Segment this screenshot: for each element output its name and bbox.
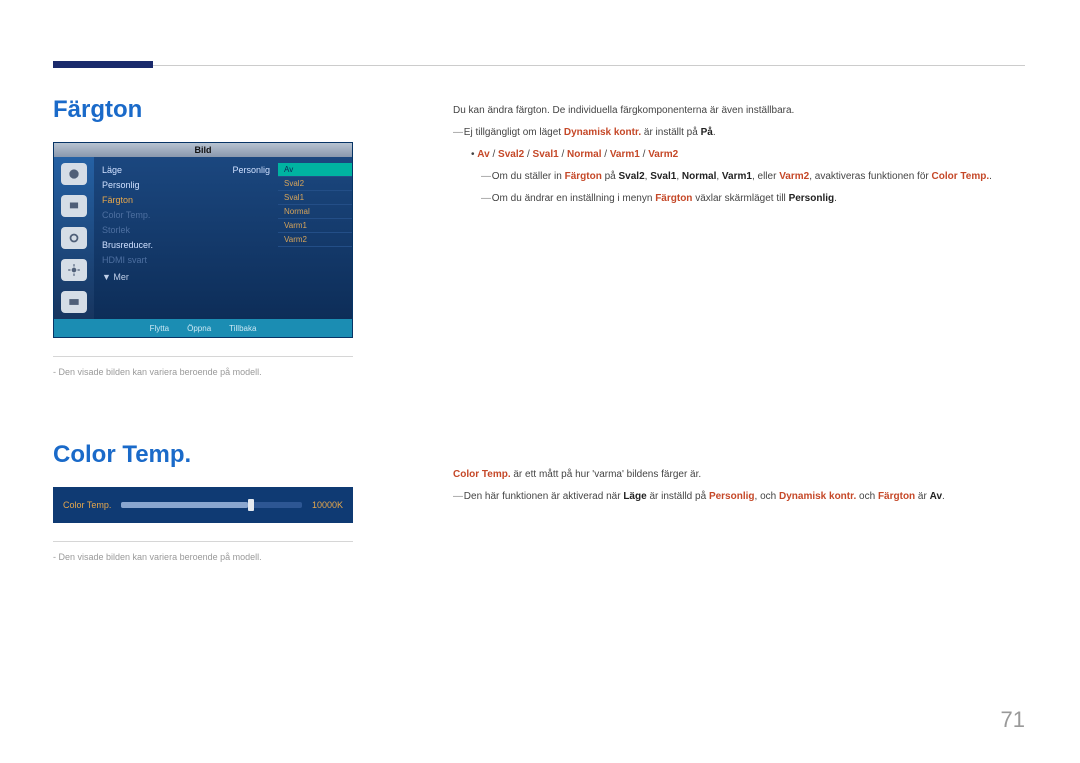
osd-footer: Flytta Öppna Tillbaka — [54, 319, 352, 337]
osd-option: Av — [278, 163, 352, 177]
colortemp-heading: Color Temp. — [53, 441, 353, 469]
osd-list: LägePersonlig Personlig Färgton Color Te… — [94, 157, 278, 319]
osd-option: Normal — [278, 205, 352, 219]
osd-foot-back: Tillbaka — [229, 324, 256, 333]
screen-icon — [61, 195, 87, 217]
fargton-caption: Den visade bilden kan variera beroende p… — [53, 367, 353, 377]
page-content: Färgton Bild LägePersonlig Personlig Fär… — [0, 0, 1080, 562]
fargton-options-line: Av / Sval2 / Sval1 / Normal / Varm1 / Va… — [453, 146, 1025, 164]
osd-row: Färgton — [102, 193, 270, 208]
fargton-heading: Färgton — [53, 96, 353, 124]
right-column: Du kan ändra färgton. De individuella fä… — [453, 96, 1025, 562]
osd-dropdown: Av Sval2 Sval1 Normal Varm1 Varm2 — [278, 157, 352, 319]
colortemp-line1: Color Temp. är ett mått på hur 'varma' b… — [453, 466, 1025, 484]
osd-sidebar-icons — [54, 157, 94, 319]
slider-value: 10000K — [312, 500, 343, 510]
fargton-section: Färgton Bild LägePersonlig Personlig Fär… — [53, 96, 353, 377]
osd-foot-move: Flytta — [150, 324, 170, 333]
colortemp-body: Color Temp. är ett mått på hur 'varma' b… — [453, 466, 1025, 506]
osd-slider-panel: Color Temp. 10000K — [53, 487, 353, 523]
osd-option: Sval2 — [278, 177, 352, 191]
fargton-intro: Du kan ändra färgton. De individuella fä… — [453, 102, 1025, 120]
osd-row: Personlig — [102, 178, 270, 193]
fargton-note2: Om du ställer in Färgton på Sval2, Sval1… — [453, 168, 1025, 186]
page-number: 71 — [1001, 707, 1025, 733]
osd-row: Color Temp. — [102, 208, 270, 223]
slider-fill — [121, 502, 247, 508]
header-rule — [53, 65, 1025, 66]
osd-row: Brusreducer. — [102, 238, 270, 253]
colortemp-section: Color Temp. Color Temp. 10000K Den visad… — [53, 441, 353, 562]
osd-row: HDMI svart — [102, 253, 270, 268]
osd-option: Varm1 — [278, 219, 352, 233]
caption-rule — [53, 541, 353, 542]
left-column: Färgton Bild LägePersonlig Personlig Fär… — [53, 96, 353, 562]
osd-row: Storlek — [102, 223, 270, 238]
osd-more: ▼ Mer — [102, 272, 270, 282]
fargton-note1: Ej tillgängligt om läget Dynamisk kontr.… — [453, 124, 1025, 142]
input-icon — [61, 291, 87, 313]
colortemp-caption: Den visade bilden kan variera beroende p… — [53, 552, 353, 562]
fargton-note3: Om du ändrar en inställning i menyn Färg… — [453, 190, 1025, 208]
picture-icon — [61, 163, 87, 185]
header-accent-bar — [53, 61, 153, 68]
caption-rule — [53, 356, 353, 357]
osd-option: Varm2 — [278, 233, 352, 247]
osd-title: Bild — [54, 143, 352, 157]
settings-icon — [61, 259, 87, 281]
slider-track — [121, 502, 302, 508]
sound-icon — [61, 227, 87, 249]
slider-label: Color Temp. — [63, 500, 111, 510]
osd-menu: Bild LägePersonlig Personlig Färgton Col… — [53, 142, 353, 338]
colortemp-line2: Den här funktionen är aktiverad när Läge… — [453, 488, 1025, 506]
slider-thumb — [248, 499, 254, 511]
osd-foot-open: Öppna — [187, 324, 211, 333]
osd-option: Sval1 — [278, 191, 352, 205]
osd-row: LägePersonlig — [102, 163, 270, 178]
